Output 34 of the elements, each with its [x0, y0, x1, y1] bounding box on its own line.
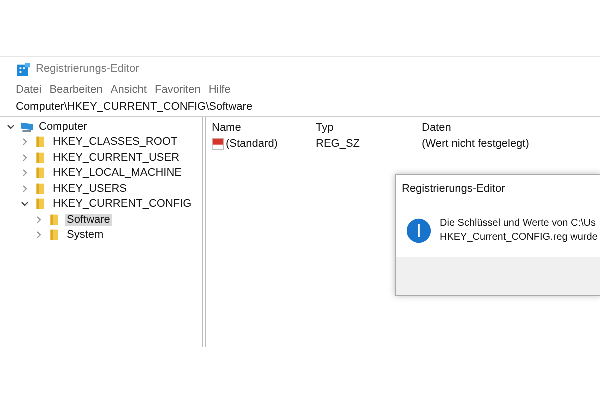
tree-item[interactable]: HKEY_LOCAL_MACHINE	[51, 167, 184, 180]
expand-chevron-icon[interactable]	[20, 152, 30, 163]
dialog-title: Registrierungs-Editor	[396, 175, 600, 205]
expand-chevron-icon[interactable]	[20, 168, 30, 178]
dialog-message-line: Die Schlüssel und Werte von C:\Us	[440, 217, 597, 231]
expand-chevron-icon[interactable]	[34, 214, 44, 225]
tree-item[interactable]: HKEY_CLASSES_ROOT	[51, 136, 180, 148]
app-icon	[17, 62, 30, 76]
window-title: Registrierungs-Editor	[36, 63, 140, 75]
tree-item[interactable]: HKEY_CURRENT_CONFIG	[51, 198, 194, 210]
tree-item[interactable]: HKEY_USERS	[51, 182, 129, 195]
tree-item[interactable]: Computer	[37, 120, 90, 133]
computer-icon	[20, 120, 34, 133]
menu-item[interactable]: Favoriten	[154, 84, 201, 96]
tree-item[interactable]: Software	[65, 214, 112, 226]
table-cell-text: (Wert nicht festgelegt)	[422, 138, 530, 150]
string-value-icon	[212, 138, 224, 150]
menu-item[interactable]: Ansicht	[110, 84, 147, 96]
expand-chevron-icon[interactable]	[34, 230, 44, 240]
info-icon	[406, 218, 432, 244]
table-cell-text: REG_SZ	[316, 138, 362, 150]
expand-chevron-icon[interactable]	[20, 137, 30, 148]
table-cell: (Standard)	[226, 138, 278, 150]
column-header[interactable]: Daten	[422, 122, 600, 134]
tree-item[interactable]: HKEY_CURRENT_USER	[51, 152, 182, 164]
address-bar[interactable]: Computer\HKEY_CURRENT_CONFIG\Software	[0, 99, 600, 117]
tree-item[interactable]: System	[65, 229, 106, 242]
menu-item[interactable]: Datei	[16, 84, 42, 96]
menu-item[interactable]: Bearbeiten	[50, 84, 103, 96]
column-header[interactable]: Name	[206, 122, 316, 134]
column-header[interactable]: Typ	[316, 122, 422, 134]
dialog-message-line: HKEY_Current_CONFIG.reg wurde	[440, 231, 598, 245]
menu-item[interactable]: Hilfe	[208, 84, 231, 96]
expand-chevron-icon[interactable]	[20, 184, 30, 194]
